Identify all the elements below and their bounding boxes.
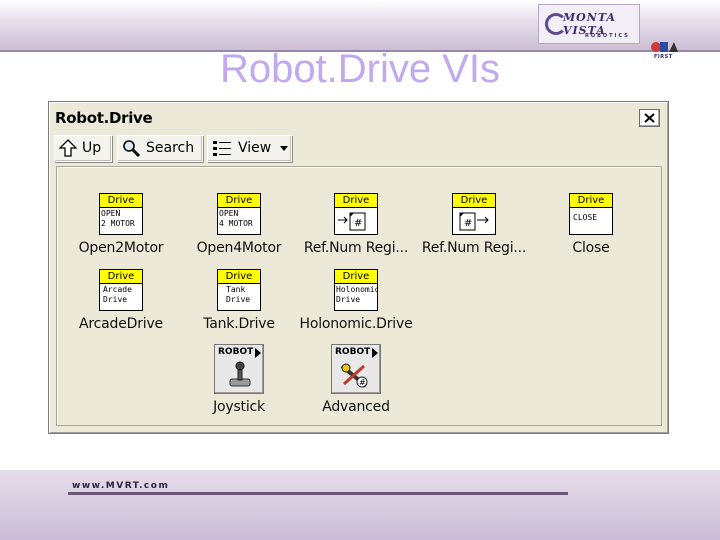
vi-drive-icon: Drive CLOSE [569,193,613,235]
close-icon [644,113,655,123]
refnum-set-glyph-icon: # [338,212,366,231]
chevron-down-icon [280,146,288,151]
view-options-icon [213,141,231,156]
vi-refnum-register-get[interactable]: Drive # Ref.Num Regi... [416,193,528,263]
svg-text:#: # [359,378,366,387]
vi-drive-icon: Drive Arcade Drive [99,269,143,311]
vi-label: Open2Motor [78,240,164,256]
subpalette-arrow-icon [255,348,261,358]
vi-drive-icon: Drive Holonomic Drive [334,269,378,311]
refnum-register-get-icon: Drive # [452,193,496,235]
search-label: Search [146,140,195,156]
vi-label: Ref.Num Regi... [421,240,527,256]
joystick-icon: ROBOT [214,344,264,394]
search-icon [123,140,141,157]
vi-label: Advanced [322,399,390,415]
palette-toolbar: Up Search View [54,135,662,163]
tools-glyph-icon: # [340,363,368,388]
vi-header: Drive [570,194,612,208]
svg-text:#: # [354,218,362,229]
subpalette-header: ROBOT [335,347,371,357]
vi-header: Drive [218,194,260,208]
robot-drive-palette-window: Robot.Drive Up Search View Drive OPEN 2 … [48,101,669,434]
view-button[interactable]: View [207,135,292,162]
vi-refnum-register-set[interactable]: Drive # Ref.Num Regi... [298,193,410,263]
refnum-get-glyph-icon: # [459,212,489,231]
vi-header: Drive [453,194,495,208]
vi-icon-text: CLOSE [573,213,598,222]
subpalette-header: ROBOT [218,347,254,357]
vi-label: Holonomic.Drive [299,316,413,332]
footer-url: www.MVRT.com [72,481,170,491]
mvrt-logo: MONTA VISTA ROBOTICS [538,4,640,44]
subpalette-arrow-icon [372,348,378,358]
vi-drive-icon: Drive OPEN 2 MOTOR [99,193,143,235]
vi-icon-text: Arcade Drive [103,285,132,304]
vi-header: Drive [100,194,142,208]
vi-drive-icon: Drive Tank Drive [217,269,261,311]
advanced-tools-icon: ROBOT # [331,344,381,394]
up-label: Up [82,140,102,156]
close-button[interactable] [639,109,660,127]
vi-close[interactable]: Drive CLOSE Close [533,193,645,263]
window-titlebar[interactable]: Robot.Drive [53,106,664,131]
refnum-register-set-icon: Drive # [334,193,378,235]
subpalette-joystick[interactable]: ROBOT Joystick [181,344,293,415]
vi-label: Close [572,240,610,256]
vi-open4motor[interactable]: Drive OPEN 4 MOTOR Open4Motor [181,193,293,263]
svg-text:#: # [464,218,472,229]
vi-icon-text: OPEN 2 MOTOR [101,209,135,228]
vi-label: Tank.Drive [203,316,275,332]
vi-header: Drive [335,194,377,208]
vi-label: ArcadeDrive [79,316,163,332]
window-title: Robot.Drive [55,109,153,127]
footer-divider [68,492,568,495]
palette-content: Drive OPEN 2 MOTOR Open2Motor Drive OPEN… [56,166,662,426]
up-button[interactable]: Up [54,135,112,162]
logo-subtext: ROBOTICS [585,33,630,39]
vi-arcade-drive[interactable]: Drive Arcade Drive ArcadeDrive [63,269,175,339]
vi-icon-text: Holonomic Drive [336,285,377,304]
search-button[interactable]: Search [117,135,203,162]
vi-icon-text: Tank Drive [226,285,251,304]
slide-title: Robot.Drive VIs [219,47,501,91]
vi-label: Open4Motor [196,240,282,256]
vi-label: Ref.Num Regi... [303,240,409,256]
vi-header: Drive [335,270,377,284]
view-label: View [238,140,272,156]
vi-label: Joystick [213,399,265,415]
subpalette-advanced[interactable]: ROBOT # Advanced [298,344,410,415]
up-arrow-icon [59,139,77,157]
vi-header: Drive [100,270,142,284]
vi-header: Drive [218,270,260,284]
vi-tank-drive[interactable]: Drive Tank Drive Tank.Drive [181,269,293,339]
vi-open2motor[interactable]: Drive OPEN 2 MOTOR Open2Motor [63,193,175,263]
vi-holonomic-drive[interactable]: Drive Holonomic Drive Holonomic.Drive [298,269,413,339]
vi-drive-icon: Drive OPEN 4 MOTOR [217,193,261,235]
vi-icon-text: OPEN 4 MOTOR [219,209,253,228]
joystick-glyph-icon [229,361,251,387]
